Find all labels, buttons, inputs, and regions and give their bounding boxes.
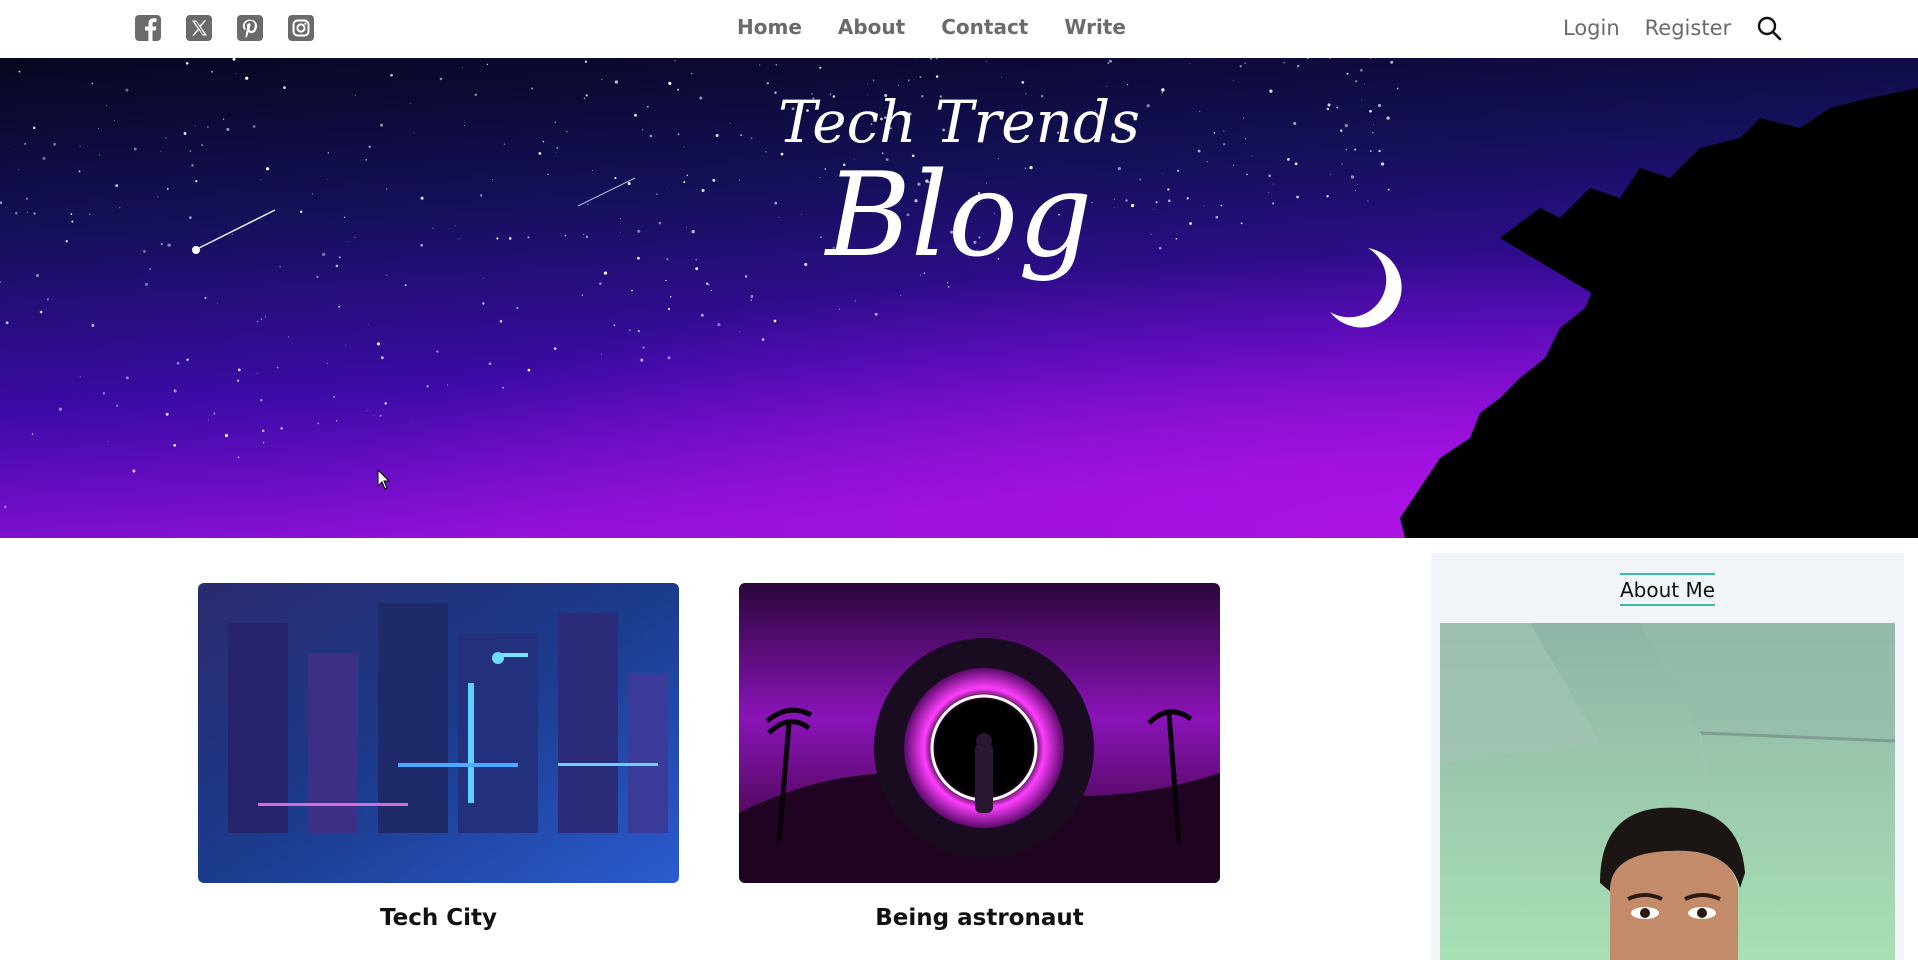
mouse-cursor-icon	[377, 469, 391, 490]
social-links	[134, 14, 315, 42]
sidebar-title: About Me	[1431, 573, 1904, 606]
nav-contact-link[interactable]: Contact	[941, 15, 1028, 39]
register-link[interactable]: Register	[1645, 16, 1731, 40]
about-me-photo	[1440, 623, 1895, 960]
nav-home-link[interactable]: Home	[737, 15, 802, 39]
post-image-being-astronaut[interactable]	[739, 583, 1220, 883]
post-title[interactable]: Tech City	[198, 905, 679, 931]
post-title[interactable]: Being astronaut	[739, 905, 1220, 931]
post-image-tech-city[interactable]	[198, 583, 679, 883]
instagram-icon[interactable]	[287, 14, 315, 42]
login-link[interactable]: Login	[1563, 16, 1620, 40]
auth-links: Login Register	[1563, 15, 1782, 41]
facebook-icon[interactable]	[134, 14, 162, 42]
hero-banner: Tech Trends Blog	[0, 58, 1918, 538]
post-card: Tech City	[198, 583, 679, 931]
top-bar: Home About Contact Write Login Register	[0, 0, 1918, 58]
about-me-heading: About Me	[1619, 573, 1716, 606]
main-nav: Home About Contact Write	[737, 15, 1126, 39]
post-card: Being astronaut	[739, 583, 1220, 931]
nav-write-link[interactable]: Write	[1064, 15, 1126, 39]
x-twitter-icon[interactable]	[185, 14, 213, 42]
hero-title: Blog	[825, 148, 1093, 283]
pinterest-icon[interactable]	[236, 14, 264, 42]
search-icon[interactable]	[1756, 15, 1782, 41]
sidebar: About Me	[1431, 553, 1904, 960]
nav-about-link[interactable]: About	[838, 15, 905, 39]
